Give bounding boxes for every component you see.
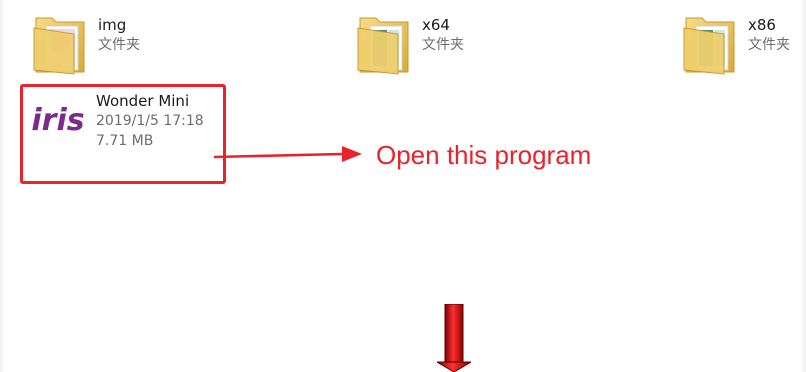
- pane-right-edge: [802, 0, 806, 372]
- folder-name: x64: [422, 16, 450, 34]
- folder-name: img: [98, 16, 127, 34]
- file-list-pane: img 文件夹 x64 文件夹 x86 文件夹 iris Wonder Mini…: [0, 0, 806, 372]
- highlight-box: [20, 84, 226, 184]
- folder-type: 文件夹: [748, 37, 790, 53]
- folder-icon: [33, 17, 85, 75]
- folder-icon: [357, 17, 409, 75]
- arrow-down-icon: [437, 304, 471, 372]
- folder-item-img[interactable]: img 文件夹: [30, 12, 140, 78]
- folder-type: 文件夹: [422, 37, 464, 53]
- annotation-text: Open this program: [376, 140, 592, 170]
- arrow-right-icon: [214, 146, 362, 162]
- folder-item-x86[interactable]: x86 文件夹: [680, 12, 790, 78]
- folder-name: x86: [748, 16, 776, 34]
- folder-item-x64[interactable]: x64 文件夹: [354, 12, 464, 78]
- pane-left-edge: [0, 0, 3, 372]
- folder-type: 文件夹: [98, 37, 140, 53]
- folder-icon: [683, 17, 735, 75]
